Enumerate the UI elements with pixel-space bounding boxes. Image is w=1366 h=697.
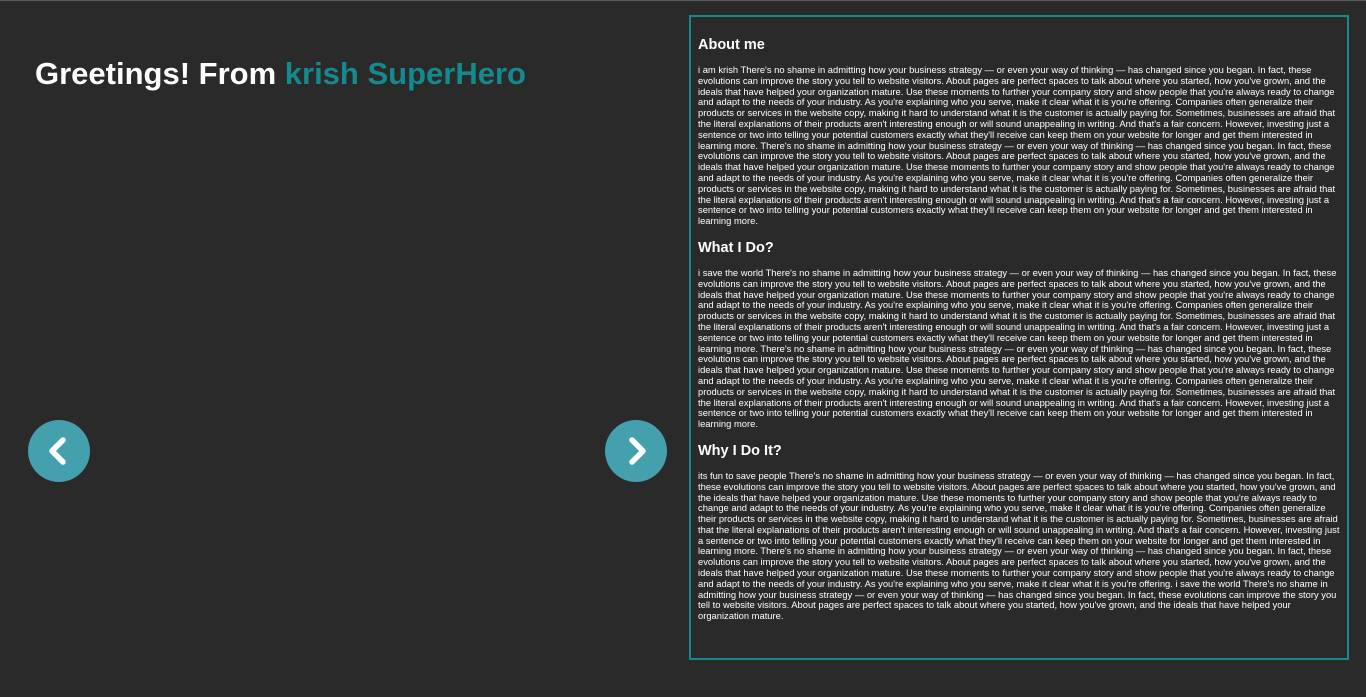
about-panel: About me i am krish There's no shame in … [689, 15, 1349, 660]
chevron-left-icon [44, 436, 74, 466]
section-body-what: i save the world There's no shame in adm… [698, 266, 1337, 430]
chevron-right-icon [621, 436, 651, 466]
next-button[interactable] [605, 420, 667, 482]
top-divider [0, 0, 1366, 1]
page-title: Greetings! From krish SuperHero [35, 56, 526, 92]
section-body-why: its fun to save people There's no shame … [698, 469, 1340, 622]
section-body-about: i am krish There's no shame in admitting… [698, 64, 1336, 227]
greeting-prefix: Greetings! From [35, 56, 285, 91]
hero-name: krish SuperHero [284, 56, 526, 91]
section-heading-why: Why I Do It? [698, 442, 782, 459]
previous-button[interactable] [28, 420, 90, 482]
section-heading-what: What I Do? [698, 239, 774, 256]
section-heading-about: About me [698, 37, 765, 53]
